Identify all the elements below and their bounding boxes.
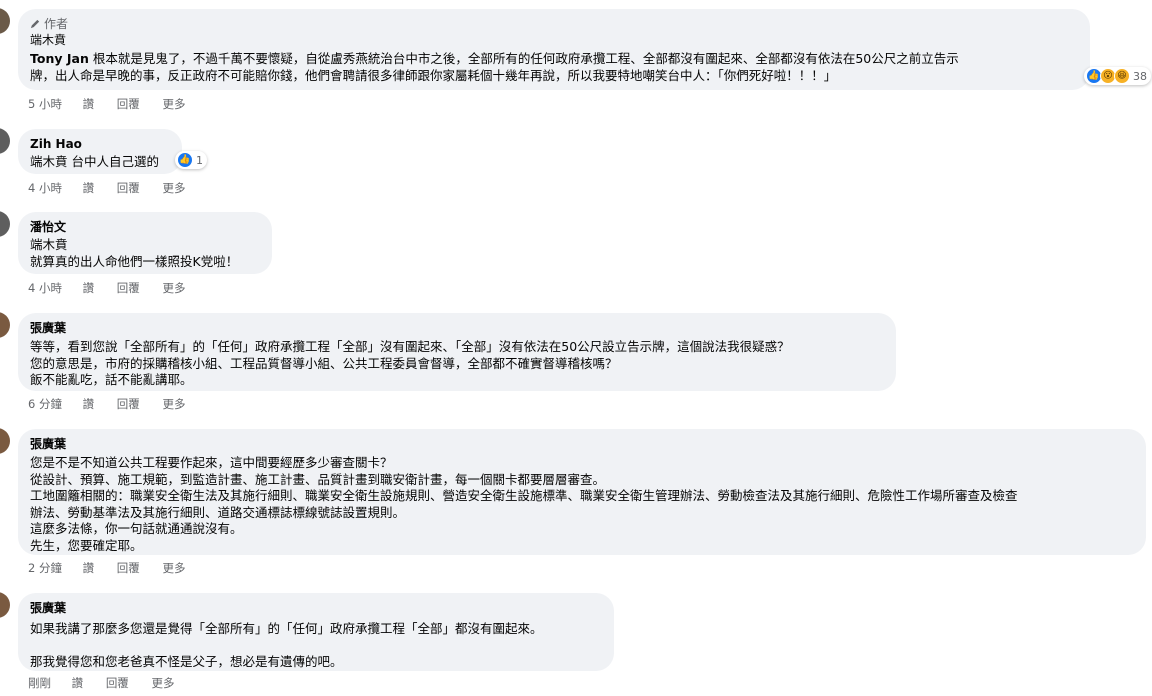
comment-text: 就算真的出人命他們一樣照投K党啦！ (30, 253, 239, 269)
reply-button[interactable]: 回覆 (117, 397, 140, 411)
avatar[interactable] (0, 592, 10, 618)
haha-icon: 😆 (1114, 68, 1130, 84)
comment-text: 從設計、預算、施工規範，到監造計畫、施工計畫、品質計畫到職安衛計畫，每一個關卡都… (30, 471, 606, 487)
more-button[interactable]: 更多 (151, 676, 174, 690)
comment-bubble: 作者 端木賁 Tony Jan 根本就是見鬼了，不過千萬不要懷疑，自從盧秀燕統治… (18, 9, 1090, 90)
comment-author[interactable]: 張廣葉 (30, 437, 66, 451)
reply-button[interactable]: 回覆 (106, 676, 129, 690)
comment-bubble: 潘怡文 端木賁 就算真的出人命他們一樣照投K党啦！ (18, 212, 272, 274)
more-button[interactable]: 更多 (162, 561, 185, 575)
avatar[interactable] (0, 312, 10, 338)
like-icon: 👍 (177, 152, 193, 168)
more-button[interactable]: 更多 (162, 281, 185, 295)
more-button[interactable]: 更多 (162, 181, 185, 195)
like-button[interactable]: 讚 (83, 181, 95, 195)
comment-author[interactable]: 潘怡文 (30, 220, 66, 234)
reaction-count: 38 (1133, 69, 1147, 83)
avatar[interactable] (0, 428, 10, 454)
mention-tag[interactable]: 端木賁 (30, 154, 68, 169)
comment-author[interactable]: 端木賁 (30, 33, 66, 47)
timestamp[interactable]: 6 分鐘 (28, 397, 62, 411)
avatar[interactable] (0, 128, 10, 154)
timestamp[interactable]: 4 小時 (28, 181, 62, 195)
more-button[interactable]: 更多 (162, 97, 185, 111)
reaction-summary[interactable]: 👍 1 (175, 151, 207, 169)
like-button[interactable]: 讚 (83, 97, 95, 111)
avatar[interactable] (0, 211, 10, 237)
comment-bubble: Zih Hao 端木賁 台中人自己選的 (18, 129, 182, 174)
comment-text: 工地圍籬相關的：職業安全衛生法及其施行細則、職業安全衛生設施規則、營造安全衛生設… (30, 488, 1018, 503)
comment-text: 辦法、勞動基準法及其施行細則、道路交通標誌標線號誌設置規則。 (30, 504, 406, 520)
timestamp[interactable]: 5 小時 (28, 97, 62, 111)
reply-button[interactable]: 回覆 (117, 561, 140, 575)
comment-actions: 5 小時 讚 回覆 更多 (28, 96, 204, 112)
comment-author[interactable]: Zih Hao (30, 137, 82, 151)
comment-bubble: 張廣葉 如果我講了那麼多您還是覺得「全部所有」的「任何」政府承攬工程「全部」都沒… (18, 593, 614, 671)
comment-text: 您的意思是，市府的採購稽核小組、工程品質督導小組、公共工程委員會督導，全部都不確… (30, 355, 618, 371)
comment-actions: 4 小時 讚 回覆 更多 (28, 180, 204, 196)
like-button[interactable]: 讚 (83, 561, 95, 575)
more-button[interactable]: 更多 (162, 397, 185, 411)
pen-icon (30, 19, 40, 29)
reply-button[interactable]: 回覆 (117, 97, 140, 111)
comment-text: 台中人自己選的 (67, 154, 159, 169)
comment-bubble: 張廣葉 您是不是不知道公共工程要作起來，這中間要經歷多少審查關卡？ 從設計、預算… (18, 429, 1146, 555)
reaction-count: 1 (196, 153, 203, 167)
mention-tag[interactable]: Tony Jan (30, 51, 89, 66)
comment-author[interactable]: 張廣葉 (30, 601, 66, 615)
comment-text: 如果我講了那麼多您還是覺得「全部所有」的「任何」政府承攬工程「全部」都沒有圍起來… (30, 621, 543, 636)
like-button[interactable]: 讚 (72, 676, 84, 690)
reply-button[interactable]: 回覆 (117, 281, 140, 295)
comment-actions: 2 分鐘 讚 回覆 更多 (28, 560, 204, 576)
comment-text: 飯不能亂吃，話不能亂講耶。 (30, 372, 193, 387)
comment-bubble: 張廣葉 等等，看到您說「全部所有」的「任何」政府承攬工程「全部」沒有圍起來、「全… (18, 313, 896, 391)
avatar[interactable] (0, 8, 10, 34)
comment-text: 根本就是見鬼了，不過千萬不要懷疑，自從盧秀燕統治台中市之後，全部所有的任何政府承… (88, 51, 959, 66)
like-button[interactable]: 讚 (83, 281, 95, 295)
comment-author[interactable]: 張廣葉 (30, 321, 66, 335)
comment-actions: 6 分鐘 讚 回覆 更多 (28, 396, 204, 412)
timestamp[interactable]: 4 小時 (28, 281, 62, 295)
timestamp[interactable]: 2 分鐘 (28, 561, 62, 575)
reply-button[interactable]: 回覆 (117, 181, 140, 195)
reaction-summary[interactable]: 👍 😮 😆 38 (1084, 67, 1151, 85)
comment-actions: 剛剛 讚 回覆 更多 (28, 675, 193, 691)
comment-text: 先生，您要確定耶。 (30, 537, 143, 553)
comment-text: 牌，出人命是早晚的事，反正政府不可能賠你錢，他們會聘請很多律師跟你家屬耗個十幾年… (30, 67, 837, 83)
comment-text: 這麼多法條，你一句話就通通說沒有。 (30, 521, 243, 536)
comment-text: 等等，看到您說「全部所有」的「任何」政府承攬工程「全部」沒有圍起來、「全部」沒有… (30, 339, 790, 354)
comment-text: 那我覺得您和您老爸真不怪是父子，想必是有遺傳的吧。 (30, 654, 343, 669)
mention-tag[interactable]: 端木賁 (30, 237, 68, 252)
timestamp[interactable]: 剛剛 (28, 676, 51, 690)
comment-text: 您是不是不知道公共工程要作起來，這中間要經歷多少審查關卡？ (30, 455, 393, 470)
author-badge: 作者 (30, 17, 68, 31)
like-button[interactable]: 讚 (83, 397, 95, 411)
comment-actions: 4 小時 讚 回覆 更多 (28, 280, 204, 296)
